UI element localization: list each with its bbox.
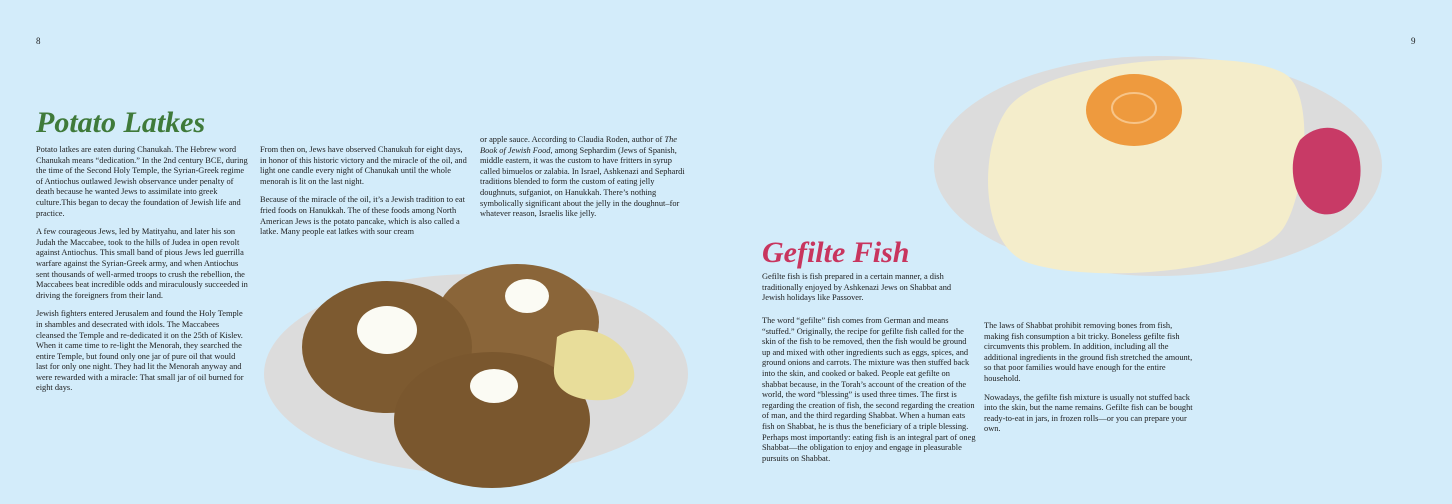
latkes-paragraph: or apple sauce. According to Claudia Rod… [480, 135, 692, 220]
latkes-illustration [264, 264, 688, 488]
gefilte-column-1: The word “gefilte” fish comes from Germa… [762, 316, 976, 472]
latkes-paragraph: A few courageous Jews, led by Matityahu,… [36, 227, 248, 300]
latkes-title: Potato Latkes [36, 106, 206, 139]
sour-cream-1 [357, 306, 417, 354]
latkes-column-3: or apple sauce. According to Claudia Rod… [480, 135, 692, 228]
latkes-text: , among Sephardim (Jews of Spanish, midd… [480, 145, 685, 219]
gefilte-paragraph: Gefilte fish is fish prepared in a certa… [762, 272, 952, 303]
gefilte-illustration [934, 56, 1382, 276]
latkes-text: or apple sauce. According to Claudia Rod… [480, 135, 665, 144]
gefilte-paragraph: The laws of Shabbat prohibit removing bo… [984, 321, 1193, 383]
horseradish [1292, 127, 1361, 215]
latkes-paragraph: Potato latkes are eaten during Chanukah.… [36, 145, 248, 218]
sour-cream-3 [470, 369, 518, 403]
page-number-right: 9 [1411, 36, 1416, 46]
gefilte-paragraph: Nowadays, the gefilte fish mixture is us… [984, 392, 1193, 434]
latkes-column-2: From then on, Jews have observed Chanuku… [260, 145, 470, 246]
sour-cream-2 [505, 279, 549, 313]
page-number-left: 8 [36, 36, 41, 46]
gefilte-intro: Gefilte fish is fish prepared in a certa… [762, 272, 974, 312]
latkes-paragraph: From then on, Jews have observed Chanuku… [260, 145, 467, 186]
latkes-column-1: Potato latkes are eaten during Chanukah.… [36, 145, 248, 402]
gefilte-title: Gefilte Fish [762, 236, 910, 269]
latkes-paragraph: Because of the miracle of the oil, it’s … [260, 195, 465, 237]
latkes-paragraph: Jewish fighters entered Jerusalem and fo… [36, 309, 244, 393]
carrot-slice [1086, 74, 1182, 146]
gefilte-column-2: The laws of Shabbat prohibit removing bo… [984, 321, 1196, 443]
gefilte-paragraph: The word “gefilte” fish comes from Germa… [762, 316, 976, 463]
